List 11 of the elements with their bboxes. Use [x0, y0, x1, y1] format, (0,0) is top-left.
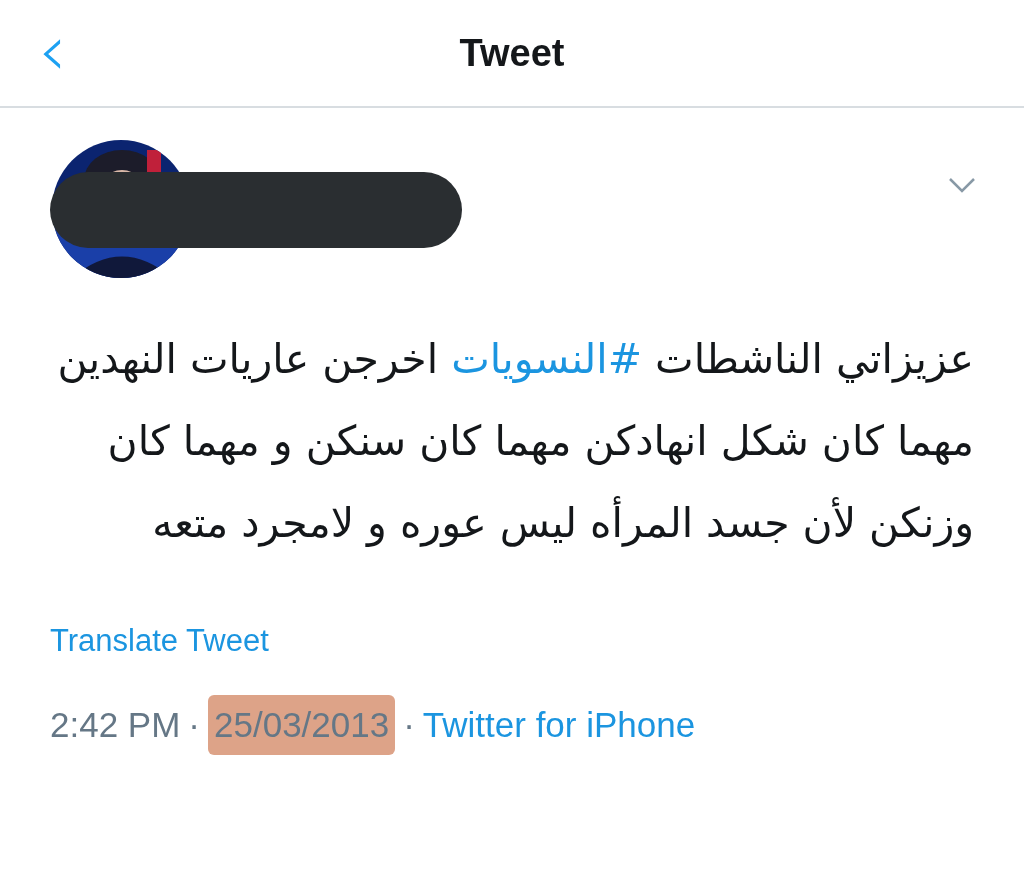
- translate-link[interactable]: Translate Tweet: [50, 623, 269, 658]
- hashtag-link[interactable]: #النسويات: [451, 335, 642, 383]
- back-button[interactable]: ‹: [28, 22, 77, 78]
- separator-dot: ·: [188, 703, 200, 746]
- source-link[interactable]: Twitter for iPhone: [422, 698, 696, 751]
- tweet-time: 2:42 PM: [50, 703, 181, 746]
- chevron-down-icon[interactable]: [948, 176, 976, 193]
- separator-dot: ·: [403, 703, 415, 746]
- page-title: Tweet: [459, 30, 565, 76]
- tweet-date: 25/03/2013: [208, 694, 396, 755]
- tweet-text: عزيزاتي الناشطات #النسويات اخرجن عاريات النهدين مهما كان شكل انهادكن مهما كان سنكن و مهما كان وزنكن لأن جسد المرأه ليس عوره و لامجرد متعه: [56, 334, 975, 549]
